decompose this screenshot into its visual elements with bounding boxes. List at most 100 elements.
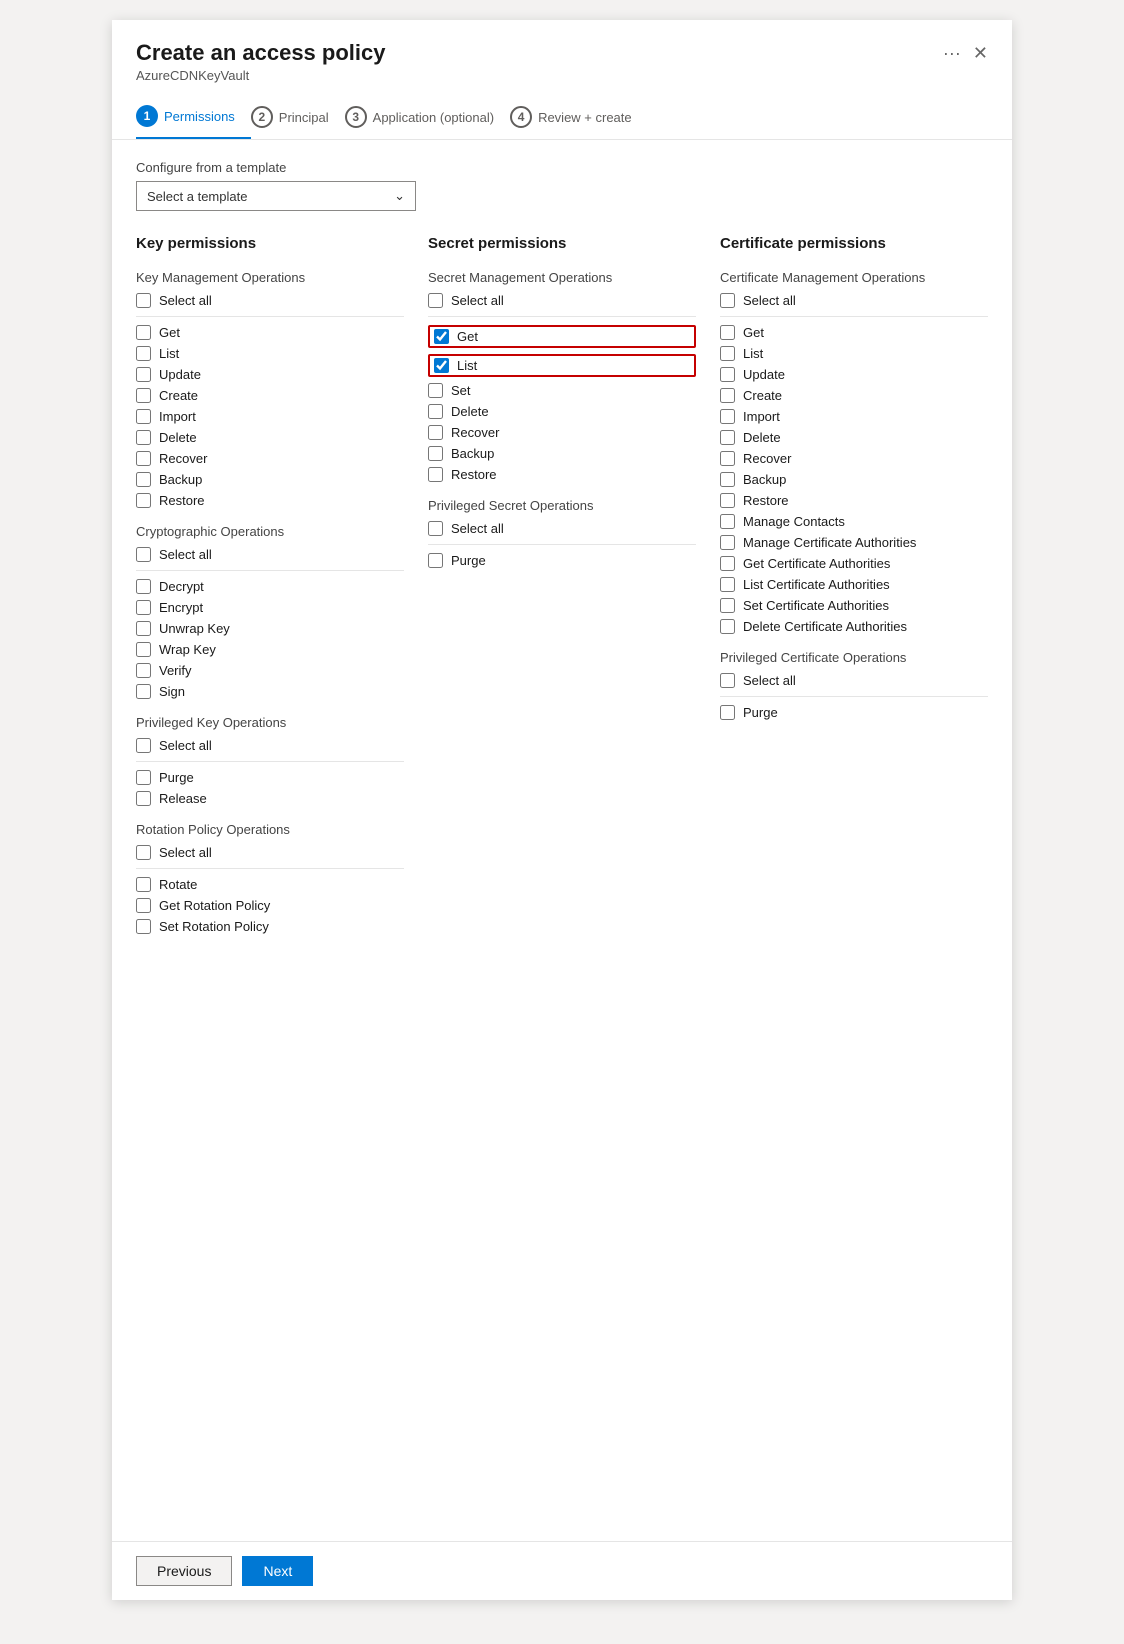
close-icon[interactable]: ✕ bbox=[973, 43, 988, 64]
cert-delete-ca-checkbox[interactable] bbox=[720, 619, 735, 634]
privkey-select-all-label: Select all bbox=[159, 738, 212, 753]
secret-permissions-column: Secret permissions Secret Management Ope… bbox=[428, 235, 696, 940]
key-select-all-label: Select all bbox=[159, 293, 212, 308]
dialog-footer: Previous Next bbox=[112, 1541, 1012, 1600]
key-get-rotation-policy: Get Rotation Policy bbox=[136, 898, 404, 913]
secret-purge: Purge bbox=[428, 553, 696, 568]
key-decrypt-checkbox[interactable] bbox=[136, 579, 151, 594]
key-update-label: Update bbox=[159, 367, 201, 382]
key-update-checkbox[interactable] bbox=[136, 367, 151, 382]
cert-get-checkbox[interactable] bbox=[720, 325, 735, 340]
cert-select-all-checkbox[interactable] bbox=[720, 293, 735, 308]
key-purge-checkbox[interactable] bbox=[136, 770, 151, 785]
crypto-select-all: Select all bbox=[136, 547, 404, 562]
next-button[interactable]: Next bbox=[242, 1556, 313, 1586]
cert-import-checkbox[interactable] bbox=[720, 409, 735, 424]
key-get-rotation-policy-checkbox[interactable] bbox=[136, 898, 151, 913]
secret-recover-label: Recover bbox=[451, 425, 499, 440]
cert-set-ca: Set Certificate Authorities bbox=[720, 598, 988, 613]
step-principal[interactable]: 2 Principal bbox=[251, 96, 345, 138]
step-permissions[interactable]: 1 Permissions bbox=[136, 95, 251, 139]
key-create-label: Create bbox=[159, 388, 198, 403]
template-select-dropdown[interactable]: Select a template ⌄ bbox=[136, 181, 416, 211]
cert-list-ca-checkbox[interactable] bbox=[720, 577, 735, 592]
key-create-checkbox[interactable] bbox=[136, 388, 151, 403]
more-options-icon[interactable]: ··· bbox=[943, 43, 961, 64]
key-verify-checkbox[interactable] bbox=[136, 663, 151, 678]
previous-button[interactable]: Previous bbox=[136, 1556, 232, 1586]
cert-create-checkbox[interactable] bbox=[720, 388, 735, 403]
cert-delete-checkbox[interactable] bbox=[720, 430, 735, 445]
step-1-number: 1 bbox=[136, 105, 158, 127]
rotation-select-all-label: Select all bbox=[159, 845, 212, 860]
cert-list: List bbox=[720, 346, 988, 361]
key-list-checkbox[interactable] bbox=[136, 346, 151, 361]
cert-restore-checkbox[interactable] bbox=[720, 493, 735, 508]
key-recover-checkbox[interactable] bbox=[136, 451, 151, 466]
rotation-select-all-checkbox[interactable] bbox=[136, 845, 151, 860]
step-2-number: 2 bbox=[251, 106, 273, 128]
step-application[interactable]: 3 Application (optional) bbox=[345, 96, 510, 138]
key-select-all: Select all bbox=[136, 293, 404, 308]
key-set-rotation-policy: Set Rotation Policy bbox=[136, 919, 404, 934]
cert-delete-ca-label: Delete Certificate Authorities bbox=[743, 619, 907, 634]
key-backup: Backup bbox=[136, 472, 404, 487]
step-1-label: Permissions bbox=[164, 109, 235, 124]
secret-recover-checkbox[interactable] bbox=[428, 425, 443, 440]
secret-set-checkbox[interactable] bbox=[428, 383, 443, 398]
key-decrypt: Decrypt bbox=[136, 579, 404, 594]
rotation-select-all: Select all bbox=[136, 845, 404, 860]
key-select-all-checkbox[interactable] bbox=[136, 293, 151, 308]
secret-get-checkbox[interactable] bbox=[434, 329, 449, 344]
cryptographic-section-title: Cryptographic Operations bbox=[136, 524, 404, 539]
cert-get-ca: Get Certificate Authorities bbox=[720, 556, 988, 571]
secret-restore-checkbox[interactable] bbox=[428, 467, 443, 482]
key-update: Update bbox=[136, 367, 404, 382]
key-sign-checkbox[interactable] bbox=[136, 684, 151, 699]
privkey-select-all-checkbox[interactable] bbox=[136, 738, 151, 753]
cert-set-ca-checkbox[interactable] bbox=[720, 598, 735, 613]
secret-select-all-checkbox[interactable] bbox=[428, 293, 443, 308]
secret-delete-checkbox[interactable] bbox=[428, 404, 443, 419]
key-backup-checkbox[interactable] bbox=[136, 472, 151, 487]
cert-recover-checkbox[interactable] bbox=[720, 451, 735, 466]
cert-get-label: Get bbox=[743, 325, 764, 340]
secret-management-section-title: Secret Management Operations bbox=[428, 270, 696, 285]
secret-permissions-header: Secret permissions bbox=[428, 235, 696, 256]
secret-purge-checkbox[interactable] bbox=[428, 553, 443, 568]
key-set-rotation-policy-checkbox[interactable] bbox=[136, 919, 151, 934]
key-restore-checkbox[interactable] bbox=[136, 493, 151, 508]
key-encrypt-checkbox[interactable] bbox=[136, 600, 151, 615]
key-rotate-checkbox[interactable] bbox=[136, 877, 151, 892]
privsecret-select-all-label: Select all bbox=[451, 521, 504, 536]
key-release-checkbox[interactable] bbox=[136, 791, 151, 806]
cert-backup: Backup bbox=[720, 472, 988, 487]
cert-import: Import bbox=[720, 409, 988, 424]
secret-backup-checkbox[interactable] bbox=[428, 446, 443, 461]
cert-manage-ca-checkbox[interactable] bbox=[720, 535, 735, 550]
crypto-select-all-checkbox[interactable] bbox=[136, 547, 151, 562]
cert-update-checkbox[interactable] bbox=[720, 367, 735, 382]
privcert-select-all-checkbox[interactable] bbox=[720, 673, 735, 688]
key-wrap-checkbox[interactable] bbox=[136, 642, 151, 657]
key-get-checkbox[interactable] bbox=[136, 325, 151, 340]
privkey-select-all: Select all bbox=[136, 738, 404, 753]
cert-purge-checkbox[interactable] bbox=[720, 705, 735, 720]
key-import-checkbox[interactable] bbox=[136, 409, 151, 424]
cert-manage-contacts: Manage Contacts bbox=[720, 514, 988, 529]
key-unwrap-checkbox[interactable] bbox=[136, 621, 151, 636]
cert-get-ca-checkbox[interactable] bbox=[720, 556, 735, 571]
key-wrap-label: Wrap Key bbox=[159, 642, 216, 657]
cert-list-checkbox[interactable] bbox=[720, 346, 735, 361]
cert-manage-contacts-checkbox[interactable] bbox=[720, 514, 735, 529]
cert-delete: Delete bbox=[720, 430, 988, 445]
secret-list-checkbox[interactable] bbox=[434, 358, 449, 373]
cert-create-label: Create bbox=[743, 388, 782, 403]
step-review-create[interactable]: 4 Review + create bbox=[510, 96, 648, 138]
key-delete-checkbox[interactable] bbox=[136, 430, 151, 445]
step-3-number: 3 bbox=[345, 106, 367, 128]
create-access-policy-dialog: Create an access policy ··· ✕ AzureCDNKe… bbox=[112, 20, 1012, 1600]
privsecret-select-all-checkbox[interactable] bbox=[428, 521, 443, 536]
cert-backup-checkbox[interactable] bbox=[720, 472, 735, 487]
cert-manage-ca-label: Manage Certificate Authorities bbox=[743, 535, 916, 550]
